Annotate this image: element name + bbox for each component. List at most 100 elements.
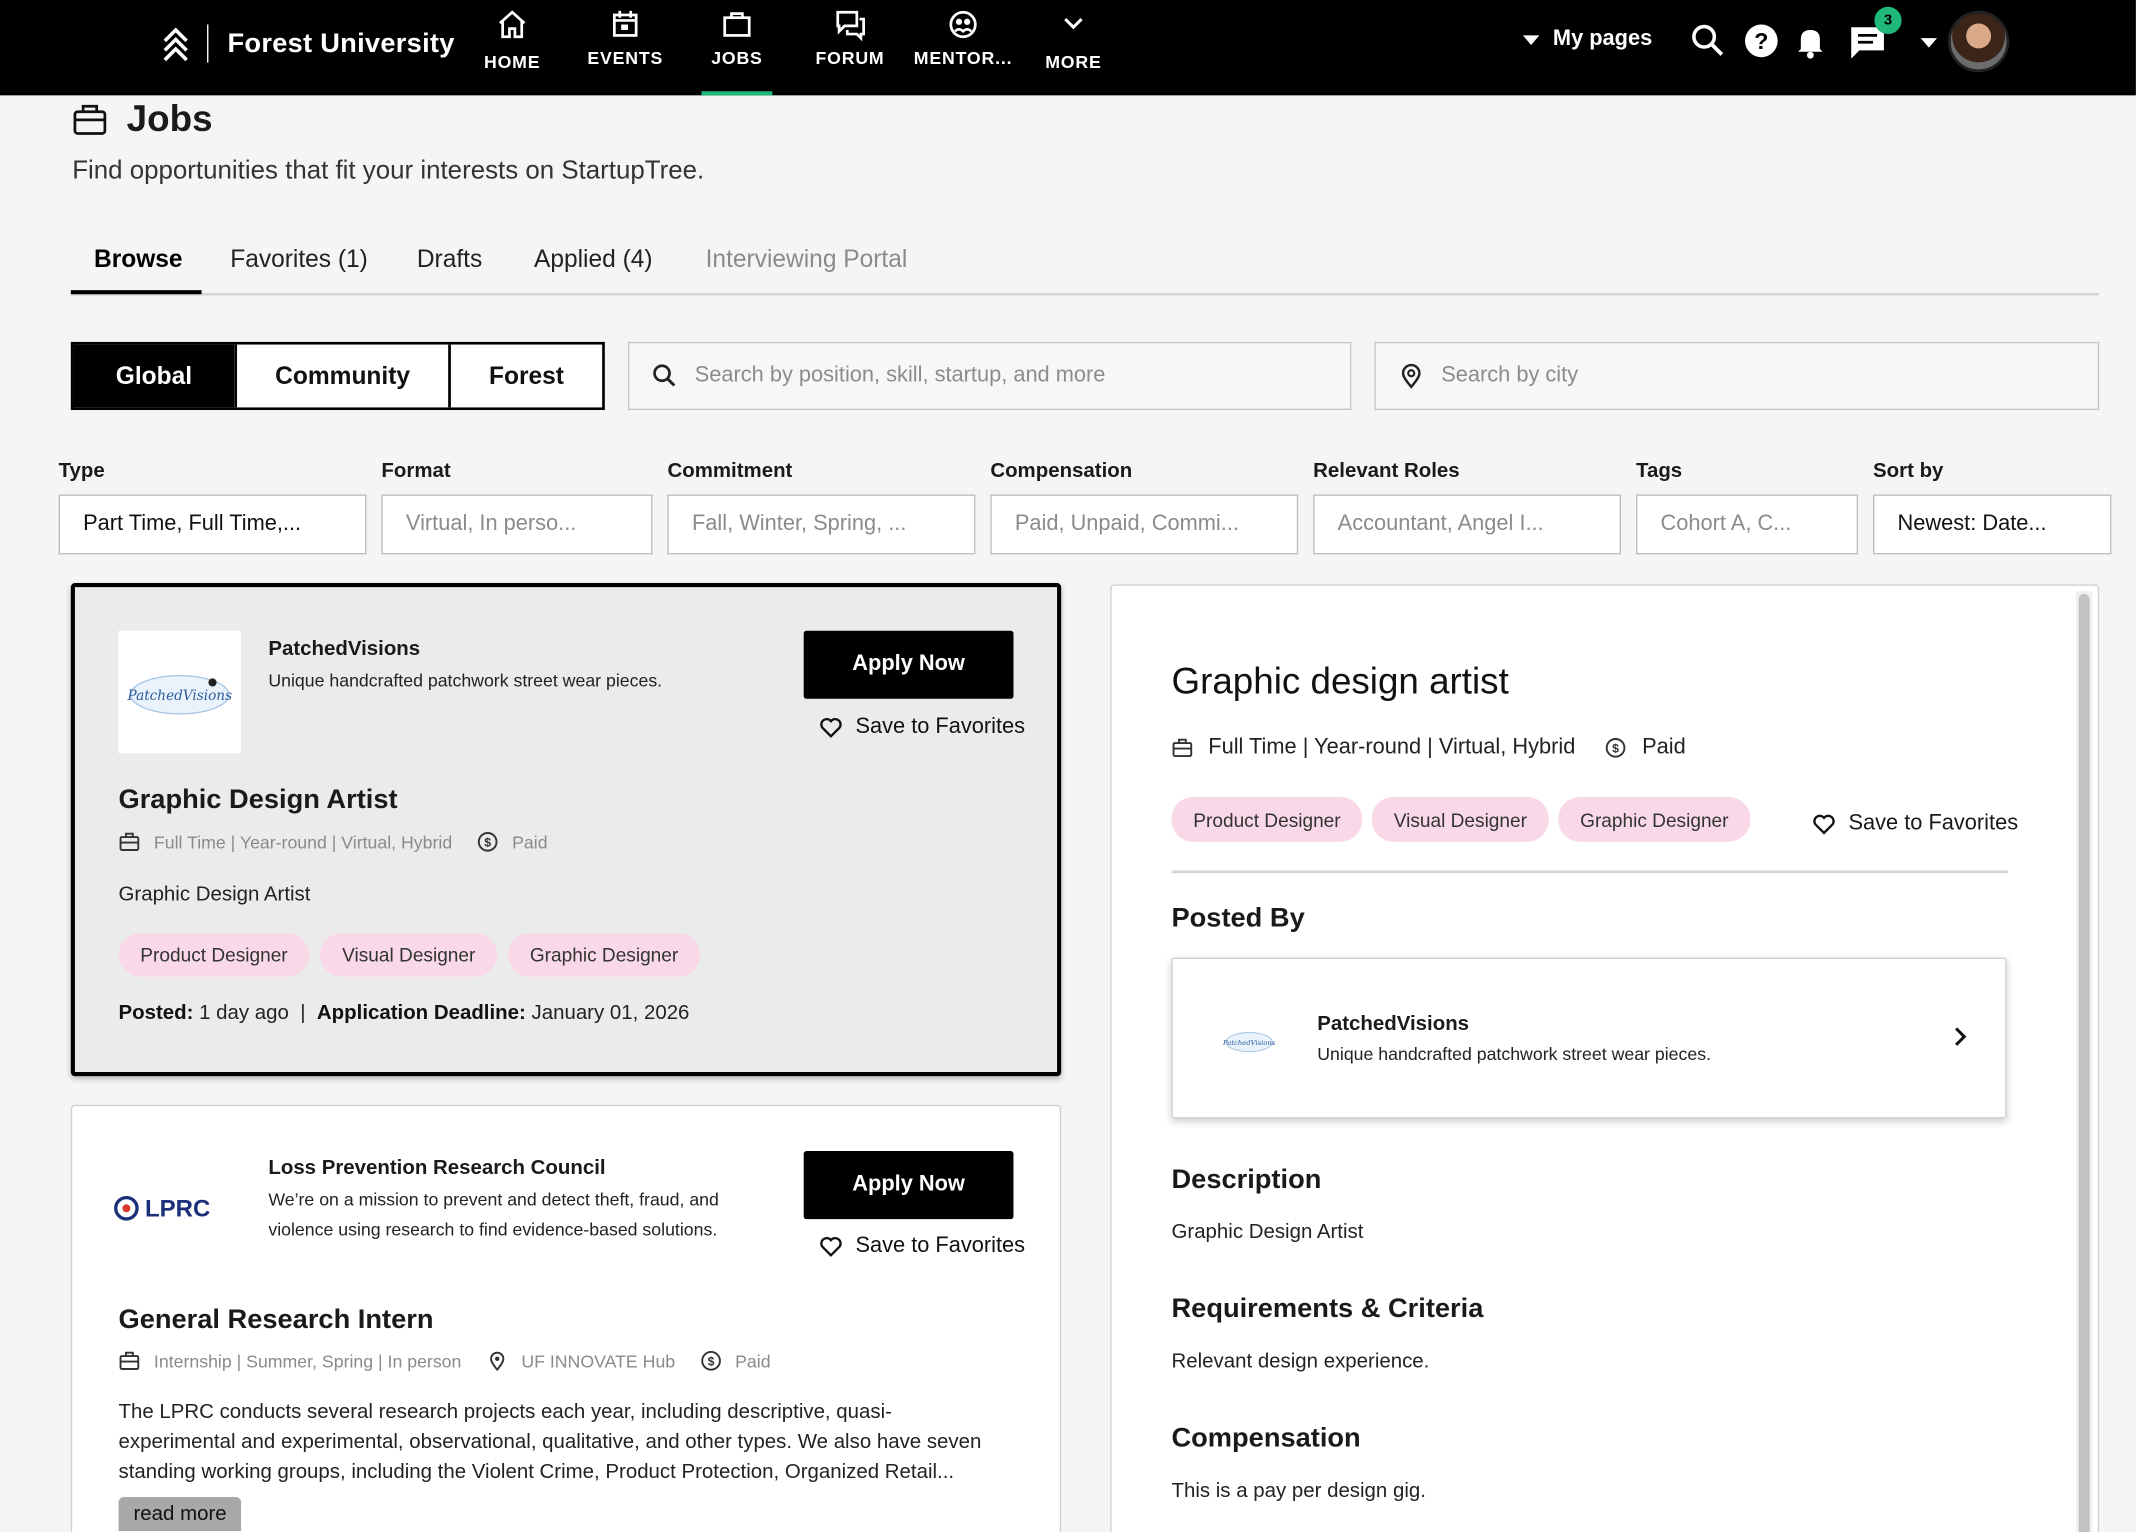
nav-jobs-label: JOBS	[711, 47, 763, 69]
filter-type-select[interactable]: Part Time, Full Time,...	[58, 494, 367, 555]
scope-global-button[interactable]: Global	[73, 344, 235, 408]
page-header: Jobs	[72, 98, 213, 140]
sort-by-label: Sort by	[1873, 459, 1944, 483]
patchedvisions-logo-icon: PatchedVisions	[1222, 1032, 1276, 1053]
job-type-text: Internship | Summer, Spring | In person	[153, 1350, 462, 1372]
nav-more[interactable]: MORE	[1019, 0, 1128, 95]
svg-text:PatchedVisions: PatchedVisions	[1222, 1039, 1276, 1047]
filter-commitment-select[interactable]: Fall, Winter, Spring, ...	[667, 494, 976, 555]
job-detail-panel: Graphic design artist Full Time | Year-r…	[1110, 584, 2100, 1532]
nav-jobs[interactable]: JOBS	[682, 0, 791, 96]
filter-roles-label: Relevant Roles	[1313, 459, 1460, 483]
nav-mentor-label: MENTOR...	[913, 47, 1013, 69]
detail-compensation-text: Paid	[1642, 735, 1686, 759]
company-logo: LPRC	[113, 1147, 236, 1270]
city-search-input[interactable]: Search by city	[1374, 341, 2100, 411]
tab-favorites[interactable]: Favorites (1)	[230, 245, 368, 274]
svg-text:LPRC: LPRC	[145, 1195, 210, 1222]
nav-forum[interactable]: FORUM	[796, 0, 905, 95]
role-tag: Graphic Designer	[508, 933, 701, 977]
top-nav: Forest University HOME EVENTS JOBS FORUM…	[0, 0, 2136, 96]
scope-forest-button[interactable]: Forest	[448, 344, 603, 408]
filter-roles-select[interactable]: Accountant, Angel I...	[1313, 494, 1622, 555]
nav-forum-label: FORUM	[815, 47, 885, 69]
job-description: Graphic Design Artist	[118, 882, 311, 906]
save-to-favorites-label: Save to Favorites	[855, 715, 1026, 739]
sort-by-select[interactable]: Newest: Date...	[1873, 494, 2112, 555]
help-icon[interactable]: ?	[1742, 22, 1780, 60]
job-card[interactable]: LPRC Loss Prevention Research Council We…	[70, 1104, 1062, 1532]
tab-interviewing-portal[interactable]: Interviewing Portal	[706, 245, 908, 274]
brand[interactable]: Forest University	[161, 22, 455, 66]
bell-icon[interactable]	[1791, 22, 1829, 60]
heart-icon	[820, 1237, 842, 1257]
tab-browse[interactable]: Browse	[94, 245, 183, 274]
scope-community-button[interactable]: Community	[234, 344, 449, 408]
requirements-heading: Requirements & Criteria	[1171, 1294, 1484, 1325]
tab-applied[interactable]: Applied (4)	[534, 245, 653, 274]
search-placeholder: Search by position, skill, startup, and …	[694, 363, 1106, 387]
active-tab-indicator	[70, 290, 202, 295]
search-icon	[653, 364, 676, 387]
role-tag: Visual Designer	[320, 933, 498, 977]
filter-compensation-select[interactable]: Paid, Unpaid, Commi...	[990, 494, 1299, 555]
company-logo: PatchedVisions	[118, 630, 242, 754]
apply-now-button[interactable]: Apply Now	[803, 630, 1014, 699]
poster-card[interactable]: PatchedVisions PatchedVisions Unique han…	[1171, 957, 2007, 1119]
brand-logo-icon	[163, 27, 188, 62]
divider	[1171, 870, 2008, 874]
nav-home[interactable]: HOME	[458, 0, 567, 95]
my-pages-dropdown[interactable]: My pages	[1522, 27, 1652, 52]
company-name[interactable]: PatchedVisions	[268, 638, 420, 661]
detail-save-to-favorites-button[interactable]: Save to Favorites	[1812, 812, 2018, 837]
deadline-value: January 01, 2026	[531, 1001, 690, 1025]
heart-icon	[1813, 814, 1835, 835]
chevron-down-icon	[1064, 18, 1083, 30]
caret-down-icon	[1522, 34, 1540, 45]
search-icon[interactable]	[1689, 22, 1727, 60]
patchedvisions-logo-icon: PatchedVisions	[127, 674, 232, 715]
compensation-text: Paid	[735, 1350, 771, 1372]
briefcase-icon	[73, 104, 107, 135]
calendar-icon	[612, 10, 638, 37]
save-to-favorites-label: Save to Favorites	[1848, 811, 2019, 836]
city-search-placeholder: Search by city	[1441, 363, 1579, 387]
job-card[interactable]: PatchedVisions PatchedVisions Unique han…	[70, 583, 1062, 1077]
jobs-tabs: Browse Favorites (1) Drafts Applied (4) …	[70, 238, 2100, 296]
posted-by-heading: Posted By	[1171, 903, 1305, 934]
dollar-icon: $	[477, 832, 498, 852]
apply-now-button[interactable]: Apply Now	[803, 1151, 1014, 1220]
avatar[interactable]	[1947, 10, 2010, 73]
job-type-text: Full Time | Year-round | Virtual, Hybrid	[153, 831, 453, 853]
read-more-button[interactable]: read more	[118, 1497, 242, 1532]
compensation-text: Paid	[512, 831, 548, 853]
nav-mentor[interactable]: MENTOR...	[909, 0, 1018, 95]
company-description: Unique handcrafted patchwork street wear…	[268, 670, 663, 691]
brand-separator	[207, 24, 209, 63]
save-to-favorites-button[interactable]: Save to Favorites	[819, 1234, 1025, 1259]
description-heading: Description	[1171, 1164, 1322, 1195]
search-input[interactable]: Search by position, skill, startup, and …	[627, 341, 1352, 411]
filter-tags-select[interactable]: Cohort A, C...	[1636, 494, 1859, 555]
briefcase-icon	[119, 1351, 140, 1370]
filter-format-select[interactable]: Virtual, In perso...	[381, 494, 653, 555]
dollar-icon: $	[700, 1351, 721, 1371]
chevron-right-icon	[1955, 1027, 1967, 1046]
scope-toggle: Global Community Forest	[70, 341, 605, 411]
briefcase-icon	[723, 12, 751, 37]
filter-commitment-label: Commitment	[667, 459, 793, 483]
user-menu-caret-icon[interactable]	[1920, 38, 1938, 48]
role-tag: Graphic Designer	[1558, 796, 1751, 842]
posted-info: Posted: 1 day ago | Application Deadline…	[118, 1001, 690, 1025]
requirements-text: Relevant design experience.	[1171, 1349, 1430, 1374]
job-title[interactable]: Graphic Design Artist	[119, 785, 398, 816]
scrollbar-thumb[interactable]	[2078, 593, 2090, 1532]
save-to-favorites-button[interactable]: Save to Favorites	[819, 715, 1025, 740]
briefcase-icon	[1172, 738, 1193, 757]
nav-events[interactable]: EVENTS	[571, 0, 680, 95]
compensation-heading: Compensation	[1171, 1423, 1361, 1454]
job-title[interactable]: General Research Intern	[119, 1305, 434, 1336]
tab-drafts[interactable]: Drafts	[417, 245, 482, 274]
nav-more-label: MORE	[1045, 51, 1102, 73]
company-name[interactable]: Loss Prevention Research Council	[268, 1157, 605, 1180]
